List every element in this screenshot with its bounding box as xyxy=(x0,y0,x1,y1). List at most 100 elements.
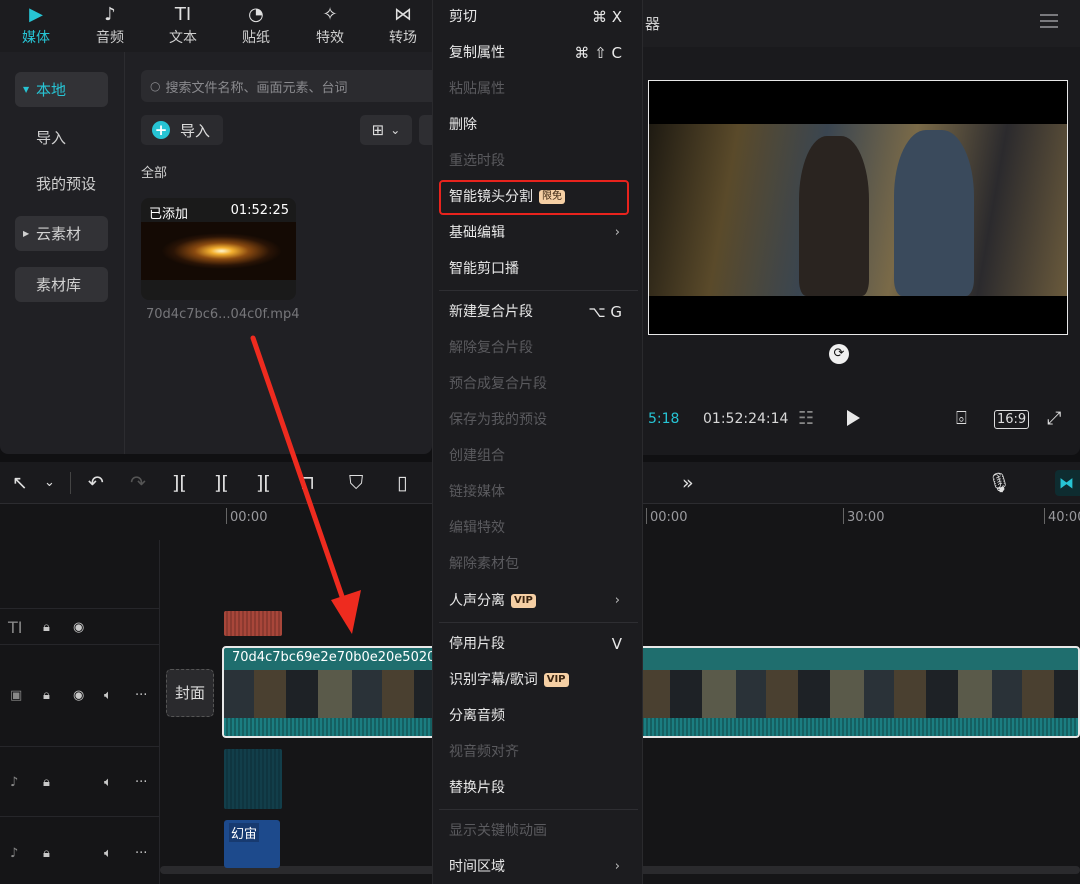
eye-icon[interactable]: ◉ xyxy=(73,688,84,703)
music-clip[interactable]: 幻宙 xyxy=(224,820,280,868)
menu-icon[interactable] xyxy=(1040,14,1058,28)
delete-icon[interactable]: ⊓ xyxy=(300,472,315,494)
cover-button[interactable]: 封面 xyxy=(166,669,214,717)
lock-icon[interactable]: 🔒︎ xyxy=(43,620,50,635)
menu-item-basic-edit[interactable]: 基础编辑 xyxy=(449,223,505,243)
import-button[interactable]: + 导入 xyxy=(141,115,223,145)
trim-left-icon[interactable]: ][ xyxy=(214,472,229,494)
shortcut-disable-clip: V xyxy=(611,635,622,653)
rotate-icon[interactable]: ⟳ xyxy=(829,344,849,364)
sidebar-item-import[interactable]: 导入 xyxy=(15,120,108,155)
menu-item-time-range[interactable]: 时间区域 xyxy=(449,857,505,877)
preview-title: 器 xyxy=(645,15,661,33)
shortcut-new-compound: ⌥ G xyxy=(588,303,622,321)
double-chevron-right-icon[interactable]: » xyxy=(682,472,694,494)
split-icon[interactable]: ][ xyxy=(172,472,187,494)
menu-item-smart-split[interactable]: 智能镜头分割 限免 xyxy=(449,187,565,207)
menu-item-new-compound[interactable]: 新建复合片段 xyxy=(449,302,533,322)
freeze-icon[interactable]: ▯ xyxy=(397,472,407,494)
menu-item-link-media[interactable]: 链接媒体 xyxy=(449,482,505,502)
transition-icon: ⋈ xyxy=(394,4,412,25)
eye-icon[interactable]: ◉ xyxy=(73,620,84,635)
speaker-icon[interactable]: 🔈︎ xyxy=(104,688,112,703)
menu-item-cut[interactable]: 剪切 xyxy=(449,7,477,27)
search-icon: ○ xyxy=(150,79,161,93)
trim-right-icon[interactable]: ][ xyxy=(256,472,271,494)
menu-item-unpack-compound[interactable]: 解除复合片段 xyxy=(449,338,533,358)
audio-clip[interactable] xyxy=(224,749,282,809)
sidebar-item-cloud[interactable]: ▶ 云素材 xyxy=(15,216,108,251)
more-icon[interactable]: ··· xyxy=(135,775,147,790)
menu-item-disable-clip[interactable]: 停用片段 xyxy=(449,634,505,654)
menu-item-create-group[interactable]: 创建组合 xyxy=(449,446,505,466)
shield-icon[interactable]: ⛉ xyxy=(349,472,363,494)
tab-text[interactable]: TI 文本 xyxy=(154,0,212,52)
menu-item-save-preset[interactable]: 保存为我的预设 xyxy=(449,410,547,430)
speaker-icon[interactable]: 🔈︎ xyxy=(104,775,112,790)
waveform-icon[interactable]: ☷ xyxy=(798,408,814,429)
menu-item-smart-broadcast[interactable]: 智能剪口播 xyxy=(449,259,519,279)
menu-item-delete[interactable]: 删除 xyxy=(449,115,477,135)
video-frame xyxy=(649,124,1067,296)
more-icon[interactable]: ··· xyxy=(135,688,147,703)
menu-item-recognize-subtitles[interactable]: 识别字幕/歌词 VIP xyxy=(449,670,569,690)
fit-screen-icon[interactable]: ⌻ xyxy=(956,408,967,429)
tab-audio[interactable]: ♪ 音频 xyxy=(81,0,139,52)
track-divider xyxy=(0,644,160,645)
lock-icon[interactable]: 🔒︎ xyxy=(43,846,50,861)
chevron-down-icon: ⌄ xyxy=(390,123,401,137)
audio-track-header: ♪ 🔒︎ 🔈︎ ··· xyxy=(0,767,160,797)
main-video-clip[interactable]: 70d4c7bc69e2e70b0e20e50204c xyxy=(222,646,1080,738)
track-headers: TI 🔒︎ ◉ ▣ 🔒︎ ◉ 🔈︎ ··· ♪ 🔒︎ 🔈︎ ··· ♪ 🔒︎ 🔈… xyxy=(0,540,160,884)
audio-track-header: ♪ 🔒︎ 🔈︎ ··· xyxy=(0,838,160,868)
preview-canvas[interactable] xyxy=(648,80,1068,335)
aspect-ratio-button[interactable]: 16:9 xyxy=(994,410,1030,429)
toolbar-divider xyxy=(70,472,71,494)
menu-item-copy-attributes[interactable]: 复制属性 xyxy=(449,43,505,63)
menu-item-vocal-separation[interactable]: 人声分离 VIP xyxy=(449,591,536,611)
sidebar-item-library[interactable]: 素材库 xyxy=(15,267,108,302)
tab-transition[interactable]: ⋈ 转场 xyxy=(374,0,432,52)
tab-sticker[interactable]: ◔ 贴纸 xyxy=(227,0,285,52)
speaker-icon[interactable]: 🔈︎ xyxy=(104,846,112,861)
ruler-tick: 30:00 xyxy=(842,508,885,525)
microphone-icon[interactable]: 🎙 xyxy=(987,472,1011,494)
added-badge: 已添加 xyxy=(149,207,189,222)
link-toggle-icon[interactable]: ⧓ xyxy=(1055,470,1080,496)
text-clip[interactable] xyxy=(224,611,282,636)
fullscreen-icon[interactable]: ⤢ xyxy=(1047,408,1061,429)
lock-icon[interactable]: 🔒︎ xyxy=(43,775,50,790)
undo-icon[interactable]: ↶ xyxy=(88,472,104,494)
media-thumbnail[interactable]: 已添加 01:52:25 xyxy=(141,198,296,300)
media-icon: ▶ xyxy=(29,4,43,25)
menu-item-av-align[interactable]: 视音频对齐 xyxy=(449,742,519,762)
menu-item-separate-audio[interactable]: 分离音频 xyxy=(449,706,505,726)
view-mode-button[interactable]: ⊞ ⌄ xyxy=(360,115,412,145)
chevron-down-icon[interactable]: ⌄ xyxy=(44,472,55,494)
menu-item-show-keyframes[interactable]: 显示关键帧动画 xyxy=(449,821,547,841)
sidebar-item-label: 我的预设 xyxy=(36,175,97,193)
menu-item-reselect-range[interactable]: 重选时段 xyxy=(449,151,505,171)
search-input[interactable]: ○ 搜索文件名称、画面元素、台词 xyxy=(141,70,441,102)
more-icon[interactable]: ··· xyxy=(135,846,147,861)
menu-item-unpack-material[interactable]: 解除素材包 xyxy=(449,554,519,574)
text-track-header: TI 🔒︎ ◉ xyxy=(0,612,160,642)
menu-item-paste-attributes[interactable]: 粘贴属性 xyxy=(449,79,505,99)
menu-item-edit-effect[interactable]: 编辑特效 xyxy=(449,518,505,538)
track-divider xyxy=(0,816,160,817)
sidebar-item-presets[interactable]: 我的预设 xyxy=(15,166,108,201)
menu-item-label: 智能镜头分割 xyxy=(449,189,533,205)
text-track-icon: TI xyxy=(8,617,23,637)
ruler-tick: 00:00 xyxy=(645,508,688,525)
lock-icon[interactable]: 🔒︎ xyxy=(43,688,50,703)
menu-divider xyxy=(439,622,638,623)
menu-item-replace-clip[interactable]: 替换片段 xyxy=(449,778,505,798)
menu-item-precompose[interactable]: 预合成复合片段 xyxy=(449,374,547,394)
tab-media[interactable]: ▶ 媒体 xyxy=(7,0,65,52)
play-icon[interactable] xyxy=(847,410,860,426)
select-cursor-icon[interactable]: ↖ xyxy=(12,472,28,494)
sidebar-item-local[interactable]: ▼ 本地 xyxy=(15,72,108,107)
tab-effects[interactable]: ✧ 特效 xyxy=(301,0,359,52)
media-sidebar: ▼ 本地 导入 我的预设 ▶ 云素材 素材库 xyxy=(0,52,125,454)
redo-icon[interactable]: ↷ xyxy=(130,472,146,494)
